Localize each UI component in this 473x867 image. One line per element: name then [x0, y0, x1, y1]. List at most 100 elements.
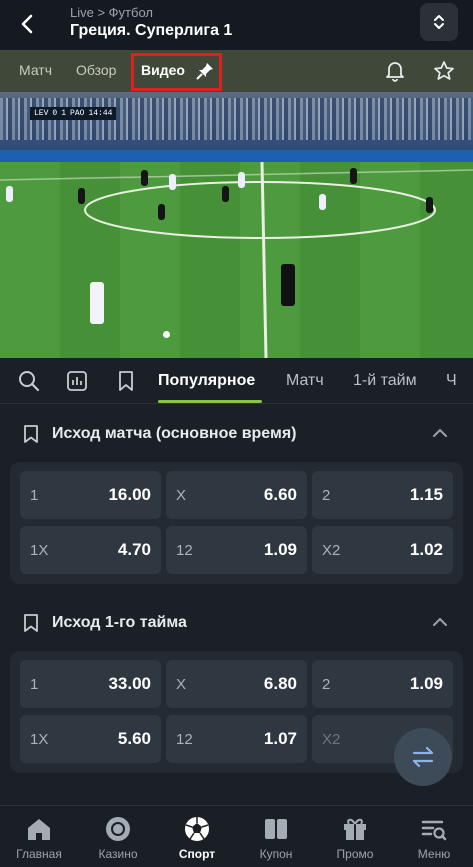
bottom-nav: Главная Казино Спорт Купон Промо Меню	[0, 805, 473, 867]
outcome-label: X	[176, 676, 187, 693]
odds-button[interactable]: 2 1.09	[312, 660, 453, 708]
player-dark	[141, 170, 148, 186]
home-team: LEV	[34, 109, 49, 118]
odds-value: 33.00	[108, 674, 151, 693]
active-tab-indicator	[158, 400, 262, 403]
section-title[interactable]: Исход матча (основное время)	[52, 425, 296, 443]
market-panel: 1 16.00 X 6.60 2 1.15 1X 4.70 12 1.09 X2 1.02	[10, 462, 463, 584]
odds-value: 6.60	[263, 485, 297, 504]
odds-button[interactable]: 2 1.15	[312, 471, 453, 519]
outcome-label: 1	[30, 676, 39, 693]
chevron-up-down-icon	[434, 15, 444, 29]
away-score: 1	[61, 109, 67, 118]
tab-first-half[interactable]: 1-й тайм	[353, 372, 417, 390]
nav-promo[interactable]: Промо	[316, 806, 394, 867]
away-team: PAO	[70, 109, 85, 118]
player-white	[238, 172, 245, 188]
nav-casino[interactable]: Казино	[79, 806, 157, 867]
outcome-label: 2	[322, 676, 331, 693]
odds-value: 1.09	[263, 540, 297, 559]
search-icon[interactable]	[18, 370, 40, 392]
ad-board	[0, 150, 473, 162]
pitch	[0, 162, 473, 358]
nav-home[interactable]: Главная	[0, 806, 78, 867]
section-title[interactable]: Исход 1-го тайма	[52, 614, 187, 632]
bell-icon[interactable]	[385, 60, 405, 82]
bookmark-icon[interactable]	[22, 613, 40, 633]
player-white	[169, 174, 176, 190]
nav-label: Главная	[16, 847, 62, 861]
odds-value: 1.07	[263, 729, 297, 748]
odds-value: 6.80	[263, 674, 297, 693]
odds-button[interactable]: 1X 5.60	[20, 715, 161, 763]
player-white	[319, 194, 326, 210]
menu-search-icon	[421, 820, 447, 841]
nav-label: Казино	[98, 847, 138, 861]
nav-label: Купон	[259, 847, 293, 861]
top-bar: Live > Футбол Греция. Суперлига 1	[0, 0, 473, 50]
home-score: 0	[52, 109, 58, 118]
bookmark-icon[interactable]	[117, 370, 135, 392]
chevron-up-icon[interactable]	[432, 616, 448, 628]
pitch-lines	[0, 162, 473, 358]
outcome-label: 12	[176, 542, 193, 559]
tab-popular[interactable]: Популярное	[158, 372, 255, 390]
pin-icon[interactable]	[196, 62, 214, 80]
tab-match[interactable]: Матч	[19, 62, 52, 78]
page-title: Греция. Суперлига 1	[70, 22, 233, 39]
match-clock: 14:44	[88, 109, 113, 118]
odds-button[interactable]: 12 1.07	[166, 715, 307, 763]
chevron-left-icon	[21, 14, 33, 34]
coupon-icon	[265, 819, 287, 839]
chevron-up-icon[interactable]	[432, 427, 448, 439]
home-icon	[28, 819, 50, 840]
tab-more[interactable]: Ч	[446, 372, 457, 390]
odds-button[interactable]: X2 1.02	[312, 526, 453, 574]
player-dark	[78, 188, 85, 204]
outcome-label: 1	[30, 487, 39, 504]
stadium-stands	[0, 92, 473, 150]
outcome-label: 1X	[30, 731, 49, 748]
ball	[163, 331, 170, 338]
player-dark	[350, 168, 357, 184]
video-player[interactable]: LEV 0 1 PAO 14:44	[0, 92, 473, 358]
outcome-label: 1X	[30, 542, 49, 559]
nav-label: Спорт	[178, 847, 216, 861]
odds-button[interactable]: 1X 4.70	[20, 526, 161, 574]
gift-icon	[344, 818, 366, 840]
swap-button[interactable]	[394, 728, 452, 786]
odds-button[interactable]: 1 33.00	[20, 660, 161, 708]
player-dark	[222, 186, 229, 202]
outcome-label: X2	[322, 731, 341, 748]
stats-icon[interactable]	[66, 370, 88, 392]
player-dark	[281, 264, 295, 306]
odds-value: 16.00	[108, 485, 151, 504]
odds-value: 1.02	[409, 540, 443, 559]
nav-sport[interactable]: Спорт	[158, 806, 236, 867]
star-icon[interactable]	[433, 60, 455, 82]
breadcrumb[interactable]: Live > Футбол	[70, 5, 153, 20]
odds-value: 4.70	[117, 540, 151, 559]
tab-match-markets[interactable]: Матч	[286, 372, 324, 390]
back-button[interactable]	[12, 9, 42, 39]
odds-button[interactable]: 12 1.09	[166, 526, 307, 574]
odds-button[interactable]: X 6.60	[166, 471, 307, 519]
player-white	[6, 186, 13, 202]
player-dark	[158, 204, 165, 220]
odds-button[interactable]: 1 16.00	[20, 471, 161, 519]
player-dark	[426, 197, 433, 213]
nav-coupon[interactable]: Купон	[237, 806, 315, 867]
odds-value: 5.60	[117, 729, 151, 748]
outcome-label: X	[176, 487, 187, 504]
outcome-label: 12	[176, 731, 193, 748]
odds-value: 1.15	[409, 485, 443, 504]
soccer-ball-icon	[185, 817, 209, 841]
nav-menu[interactable]: Меню	[395, 806, 473, 867]
tab-overview[interactable]: Обзор	[76, 62, 116, 78]
odds-button[interactable]: X 6.80	[166, 660, 307, 708]
casino-chip-icon	[106, 817, 130, 841]
expand-button[interactable]	[420, 3, 458, 41]
outcome-label: 2	[322, 487, 331, 504]
bookmark-icon[interactable]	[22, 424, 40, 444]
market-tabs: Популярное Матч 1-й тайм Ч	[0, 358, 473, 404]
